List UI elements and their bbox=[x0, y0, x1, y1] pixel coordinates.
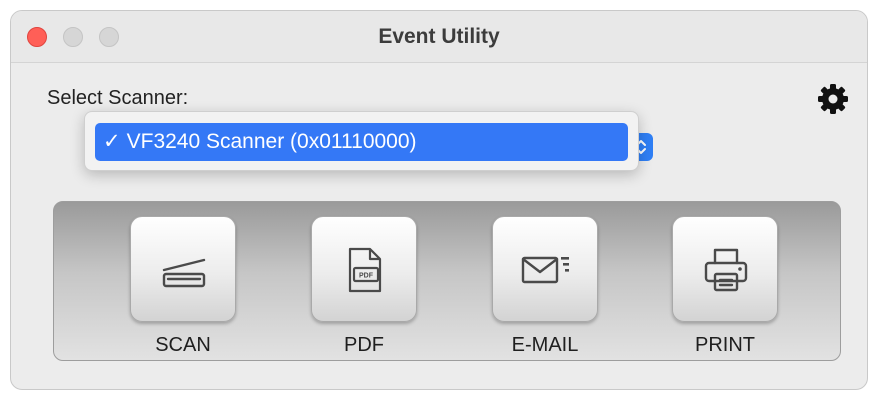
email-label: E-MAIL bbox=[511, 334, 579, 356]
pdf-label: PDF bbox=[344, 334, 384, 356]
pdf-icon: PDF bbox=[348, 247, 382, 293]
print-label: PRINT bbox=[695, 334, 755, 356]
checkmark-icon: ✓ bbox=[103, 130, 121, 153]
scanner-option-label: VF3240 Scanner (0x01110000) bbox=[126, 130, 417, 153]
event-utility-window: Event Utility Select Scanner: ✓ VF3240 Sc… bbox=[10, 10, 868, 390]
scanner-option[interactable]: ✓ VF3240 Scanner (0x01110000) bbox=[95, 123, 628, 161]
scan-action: SCAN bbox=[130, 216, 236, 356]
printer-icon bbox=[704, 248, 748, 292]
scanner-dropdown-menu: ✓ VF3240 Scanner (0x01110000) bbox=[84, 111, 639, 171]
actions-panel: SCAN PDF PDF E-MAIL PRINT bbox=[53, 201, 841, 361]
scan-button[interactable] bbox=[130, 216, 236, 322]
window-title: Event Utility bbox=[378, 25, 500, 48]
select-scanner-label: Select Scanner: bbox=[47, 87, 189, 109]
svg-text:PDF: PDF bbox=[359, 273, 374, 280]
pdf-button[interactable]: PDF bbox=[311, 216, 417, 322]
email-icon bbox=[521, 256, 569, 284]
gear-icon bbox=[818, 84, 848, 114]
print-action: PRINT bbox=[672, 216, 778, 356]
title-bar[interactable]: Event Utility bbox=[11, 11, 867, 63]
scan-label: SCAN bbox=[155, 334, 211, 356]
email-button[interactable] bbox=[492, 216, 598, 322]
print-button[interactable] bbox=[672, 216, 778, 322]
email-action: E-MAIL bbox=[492, 216, 598, 356]
scanner-icon bbox=[162, 258, 206, 288]
pdf-action: PDF PDF bbox=[311, 216, 417, 356]
settings-button[interactable] bbox=[817, 83, 849, 115]
